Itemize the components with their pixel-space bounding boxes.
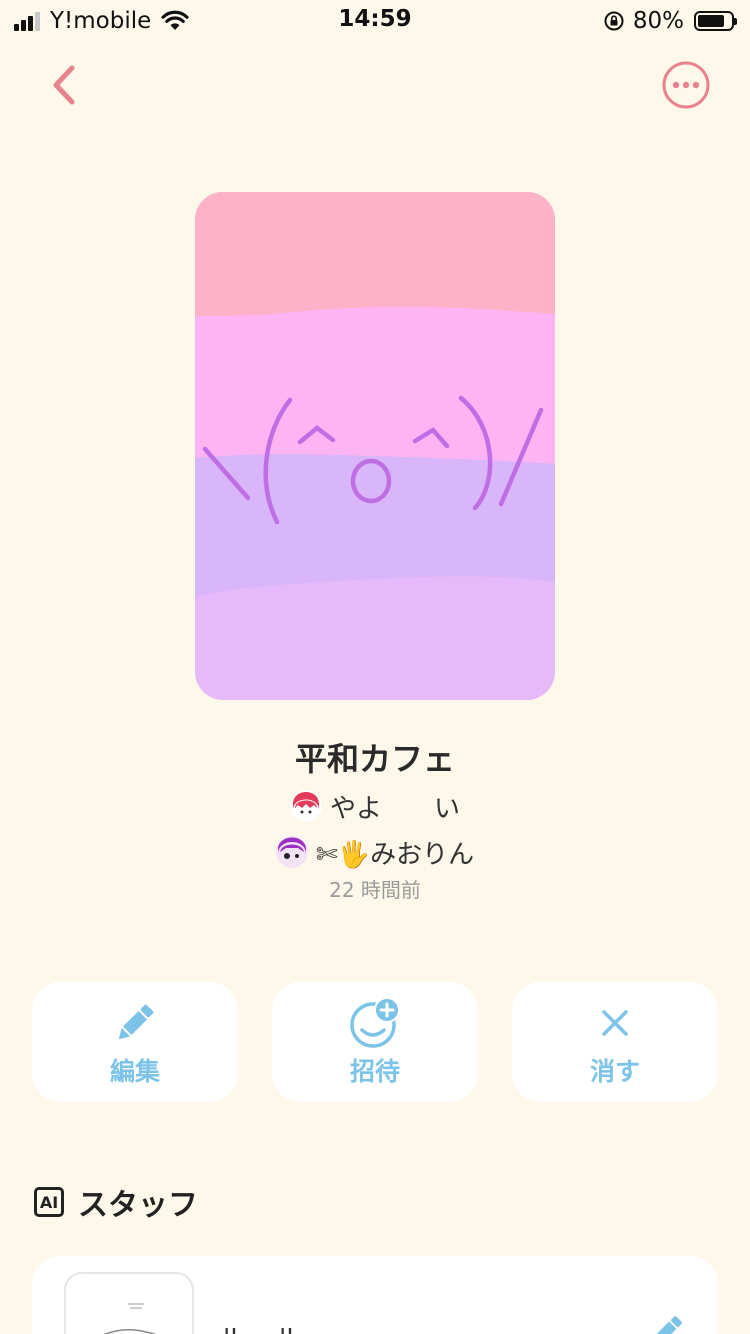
member-avatar xyxy=(289,790,322,822)
status-bar: Y!mobile 14:59 80% xyxy=(0,0,750,40)
close-icon xyxy=(602,1010,628,1036)
chevron-left-icon xyxy=(53,65,75,105)
back-button[interactable] xyxy=(40,60,90,110)
more-icon xyxy=(662,61,710,109)
staff-list-item[interactable]: ル ル xyxy=(32,1256,718,1334)
member-name: ✄🖐みおりん xyxy=(315,839,475,870)
edit-button-label: 編集 xyxy=(109,1057,160,1086)
add-person-icon xyxy=(350,997,400,1048)
edit-button[interactable]: 編集 xyxy=(32,982,238,1102)
invite-button[interactable]: 招待 xyxy=(272,982,478,1102)
battery-percent: 80% xyxy=(632,8,684,34)
last-updated: 22 時間前 xyxy=(329,878,421,902)
more-options-button[interactable] xyxy=(661,60,711,110)
member-avatar xyxy=(275,836,308,868)
member-row: ✄🖐みおりん xyxy=(0,832,750,872)
staff-section-header: AI スタッフ xyxy=(34,1180,198,1224)
pencil-icon xyxy=(655,1316,682,1334)
ai-badge-icon: AI xyxy=(34,1187,64,1217)
room-cover-image xyxy=(195,192,555,700)
battery-icon xyxy=(694,11,737,31)
delete-button[interactable]: 消す xyxy=(512,982,718,1102)
status-right: 80% xyxy=(603,6,737,36)
staff-section-title: スタッフ xyxy=(78,1188,198,1223)
delete-button-label: 消す xyxy=(589,1057,640,1086)
room-detail-screen: Y!mobile 14:59 80% 平和カフェ やよ い ✄🖐みおりん 22 … xyxy=(0,0,750,1334)
member-name: やよ い xyxy=(329,793,460,824)
invite-button-label: 招待 xyxy=(349,1057,400,1086)
staff-edit-button[interactable] xyxy=(646,1312,686,1334)
room-title: 平和カフェ xyxy=(294,740,455,778)
staff-thumbnail xyxy=(64,1272,194,1334)
orientation-lock-icon xyxy=(604,11,624,31)
member-row: やよ い xyxy=(0,786,750,826)
staff-name: ル ル xyxy=(218,1318,302,1334)
pencil-icon xyxy=(118,1004,154,1040)
